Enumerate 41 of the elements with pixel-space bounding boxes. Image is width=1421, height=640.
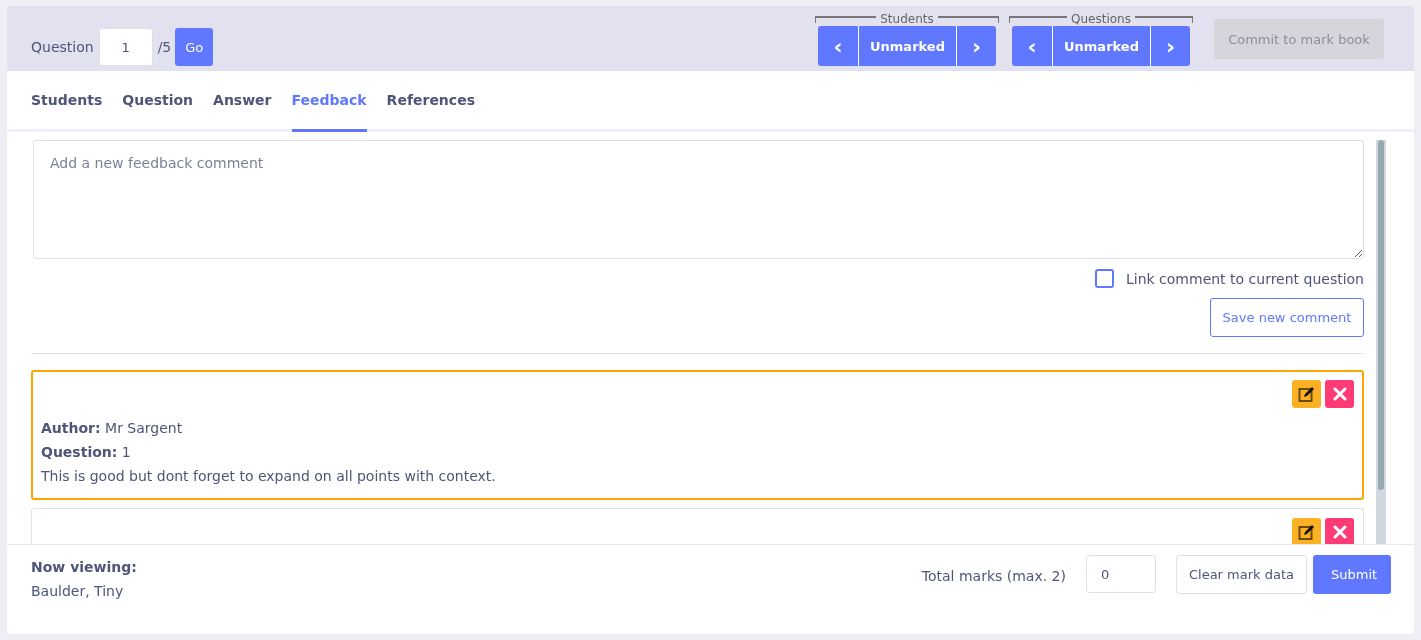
tab[interactable]: References <box>386 71 475 132</box>
bracket-line <box>1134 16 1193 23</box>
previous-button[interactable]: ‹ <box>818 26 858 66</box>
bracket-line <box>815 16 877 23</box>
feedback-comment-field[interactable]: Add a new feedback comment <box>33 140 1364 259</box>
student-name: Baulder, Tiny <box>31 582 125 601</box>
pencil-square-icon <box>1297 523 1316 541</box>
submit-button[interactable]: Submit <box>1313 555 1391 594</box>
clear-mark-data-button[interactable]: Clear mark data <box>1176 555 1307 594</box>
pencil-square-icon <box>1297 385 1316 403</box>
next-button[interactable]: › <box>1150 26 1190 66</box>
close-icon <box>1332 525 1347 539</box>
total-marks-field[interactable]: 0 <box>1086 555 1156 593</box>
comment-text: This is good but dont forget to expand on all points with context. <box>41 467 497 486</box>
bracket-line <box>937 16 999 23</box>
tab[interactable]: Question <box>122 71 194 132</box>
edit-button[interactable] <box>1292 380 1321 408</box>
checkbox-label: Link comment to current question <box>1125 270 1364 287</box>
total-marks-label: Total marks (max. 2) <box>921 568 1066 584</box>
group-legend: Students <box>880 12 934 26</box>
tab[interactable]: Answer <box>213 71 272 132</box>
bracket-line <box>1009 16 1068 23</box>
go-button[interactable]: Go <box>175 28 214 66</box>
question-label: Question <box>31 39 94 55</box>
close-icon <box>1332 387 1347 401</box>
checkbox[interactable] <box>1094 269 1114 288</box>
question-total: /5 <box>157 39 172 55</box>
scrollbar[interactable] <box>1376 140 1386 544</box>
now-viewing-label: Now viewing: <box>31 558 137 577</box>
comment-question: Question: 1 <box>41 443 132 462</box>
unmarked-button[interactable]: Unmarked <box>1052 26 1150 66</box>
tab[interactable]: Students <box>31 71 103 132</box>
group-legend: Questions <box>1071 12 1131 26</box>
previous-button[interactable]: ‹ <box>1012 26 1052 66</box>
question-number-field[interactable]: 1 <box>98 28 153 66</box>
tab[interactable]: Feedback <box>291 71 367 132</box>
comment-author: Author: Mr Sargent <box>41 419 184 438</box>
unmarked-button[interactable]: Unmarked <box>858 26 956 66</box>
save-comment-button[interactable]: Save new comment <box>1210 298 1364 337</box>
edit-button[interactable] <box>1292 518 1321 544</box>
next-button[interactable]: › <box>956 26 996 66</box>
